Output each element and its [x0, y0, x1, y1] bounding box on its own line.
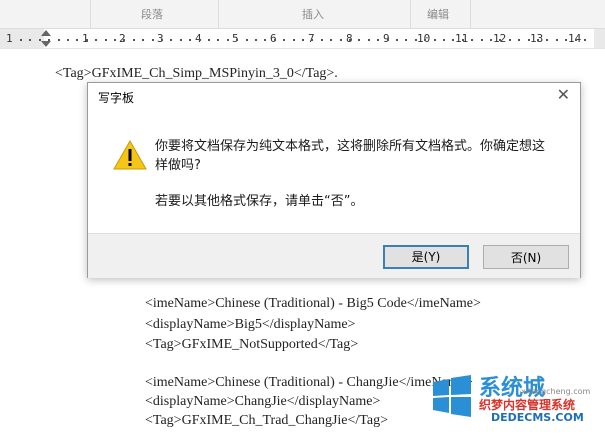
- document-line: <Tag>GFxIME_Ch_Simp_MSPinyin_3_0</Tag>.: [55, 66, 338, 81]
- ruler-tick: [189, 39, 191, 41]
- ruler-tick: [556, 39, 558, 41]
- dialog-message: 你要将文档保存为纯文本格式，这将删除所有文档格式。你确定想这样做吗?: [155, 139, 546, 173]
- ruler-tick: [490, 39, 492, 41]
- ruler-tick: [161, 39, 163, 41]
- ruler-tick: [293, 39, 295, 41]
- document-line: <Tag>GFxIME_NotSupported</Tag>: [145, 337, 359, 352]
- no-button[interactable]: 否(N): [483, 245, 569, 269]
- ruler-tick: [170, 39, 172, 41]
- ruler-tick: [377, 39, 379, 41]
- warning-icon: [113, 140, 147, 170]
- ribbon-group-insert: 插入: [302, 8, 324, 21]
- ruler-tick: [481, 39, 483, 41]
- ruler-tick: [471, 39, 473, 41]
- ruler-tick: [349, 39, 351, 41]
- document-line: <imeName>Chinese (Traditional) - ChangJi…: [145, 375, 473, 390]
- watermark: 系统城 织梦内容管理系统 DEDECMS.COM xitongcheng.com: [429, 370, 599, 430]
- ruler-tick: [255, 39, 257, 41]
- ruler-tick: [434, 39, 436, 41]
- save-format-dialog: 写字板 ✕ 你要将文档保存为纯文本格式，这将删除所有文档格式。你确定想这样做吗?…: [87, 82, 581, 278]
- ruler-tick: [509, 39, 511, 41]
- document-line: <displayName>Big5</displayName>: [145, 317, 356, 332]
- document-line: <displayName>ChangJie</displayName>: [145, 394, 381, 409]
- ruler-tick: [29, 39, 31, 41]
- ruler-number: 1: [6, 32, 13, 45]
- ruler-tick: [546, 39, 548, 41]
- watermark-line3: xitongcheng.com: [521, 387, 591, 396]
- ruler-tick: [452, 39, 454, 41]
- ribbon-separator: [410, 0, 411, 28]
- ruler-tick: [405, 39, 407, 41]
- dialog-footer: 是(Y) 否(N): [88, 233, 580, 278]
- ruler-tick: [387, 39, 389, 41]
- ruler-tick: [217, 39, 219, 41]
- ribbon-separator: [90, 0, 91, 28]
- ruler-tick: [575, 39, 577, 41]
- ruler-tick: [76, 39, 78, 41]
- ruler-tick: [358, 39, 360, 41]
- ruler-tick: [236, 39, 238, 41]
- ruler-tick: [518, 39, 520, 41]
- ruler-tick: [528, 39, 530, 41]
- ruler-margin-right: [594, 29, 605, 48]
- ruler-tick: [114, 39, 116, 41]
- document-line: <imeName>Chinese (Traditional) - Big5 Co…: [145, 296, 481, 311]
- ruler-tick: [208, 39, 210, 41]
- ruler[interactable]: 1 1 2 3 4 5 6 7 8 9 10 11 12 13 14: [0, 29, 605, 49]
- ruler-tick: [123, 39, 125, 41]
- ruler-tick: [415, 39, 417, 41]
- ruler-tick: [499, 39, 501, 41]
- ruler-tick: [462, 39, 464, 41]
- document-line: <Tag>GFxIME_Ch_Trad_ChangJie</Tag>: [145, 413, 388, 428]
- ruler-tick: [264, 39, 266, 41]
- ribbon-separator: [470, 0, 471, 28]
- ribbon-group-paragraph: 段落: [141, 8, 163, 21]
- dialog-title: 写字板: [98, 91, 135, 105]
- windows-logo-icon: [433, 375, 471, 417]
- hanging-indent-marker[interactable]: [41, 41, 51, 47]
- ruler-tick: [105, 39, 107, 41]
- ruler-tick: [20, 39, 22, 41]
- ribbon-separator: [218, 0, 219, 28]
- watermark-line2: DEDECMS.COM: [491, 411, 584, 424]
- ruler-tick: [274, 39, 276, 41]
- ruler-tick: [537, 39, 539, 41]
- ruler-tick: [95, 39, 97, 41]
- ribbon-group-edit: 编辑: [427, 8, 449, 21]
- ruler-tick: [424, 39, 426, 41]
- ruler-tick: [227, 39, 229, 41]
- yes-button[interactable]: 是(Y): [383, 245, 469, 269]
- ruler-tick: [67, 39, 69, 41]
- close-icon[interactable]: ✕: [557, 85, 570, 104]
- ruler-tick: [180, 39, 182, 41]
- dialog-hint: 若要以其他格式保存，请单击“否”。: [155, 194, 364, 209]
- ruler-tick: [584, 39, 586, 41]
- ruler-tick: [302, 39, 304, 41]
- ruler-tick: [321, 39, 323, 41]
- ruler-tick: [368, 39, 370, 41]
- ruler-tick: [565, 39, 567, 41]
- ruler-tick: [199, 39, 201, 41]
- ruler-tick: [283, 39, 285, 41]
- ruler-tick: [86, 39, 88, 41]
- ruler-tick: [340, 39, 342, 41]
- ruler-tick: [58, 39, 60, 41]
- ruler-tick: [443, 39, 445, 41]
- ruler-tick: [133, 39, 135, 41]
- ruler-tick: [396, 39, 398, 41]
- ruler-tick: [152, 39, 154, 41]
- ruler-tick: [311, 39, 313, 41]
- ruler-tick: [330, 39, 332, 41]
- ribbon-group-bar: 段落 插入 编辑: [0, 0, 605, 29]
- ruler-tick: [246, 39, 248, 41]
- ruler-tick: [142, 39, 144, 41]
- first-line-indent-marker[interactable]: [41, 30, 51, 36]
